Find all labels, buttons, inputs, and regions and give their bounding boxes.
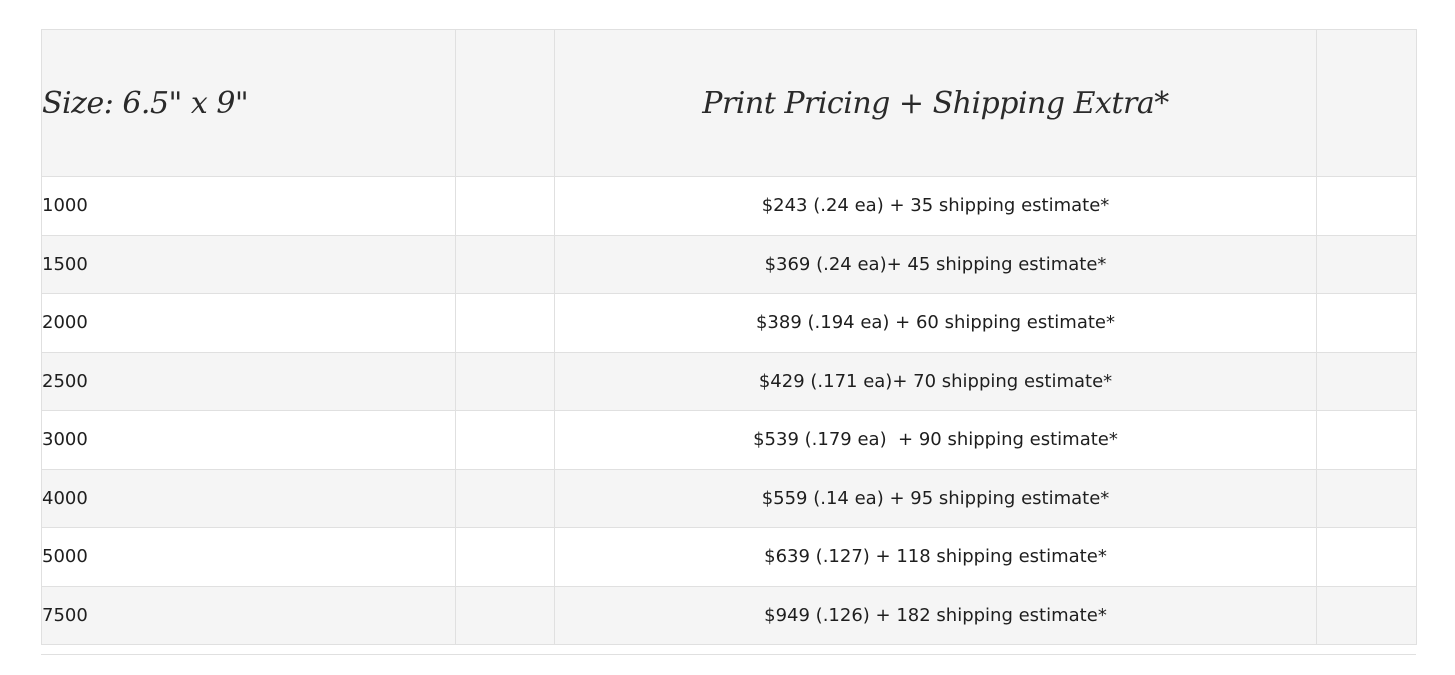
quantity-cell: 5000 [41,527,456,587]
table-row: 2500 $429 (.171 ea)+ 70 shipping estimat… [41,351,1417,411]
divider-line [41,654,1416,655]
table-row: 5000 $639 (.127) + 118 shipping estimate… [41,527,1417,587]
blank-cell [1316,585,1417,645]
blank-cell [455,585,555,645]
price-cell: $243 (.24 ea) + 35 shipping estimate* [554,176,1317,236]
blank-cell [455,468,555,528]
blank-cell [1316,293,1417,353]
pricing-header: Print Pricing + Shipping Extra* [554,29,1317,177]
price-cell: $949 (.126) + 182 shipping estimate* [554,585,1317,645]
quantity-cell: 2500 [41,351,456,411]
price-cell: $389 (.194 ea) + 60 shipping estimate* [554,293,1317,353]
blank-header-2 [1316,29,1417,177]
quantity-cell: 1000 [41,176,456,236]
blank-cell [455,234,555,294]
table-header-row: Size: 6.5" x 9" Print Pricing + Shipping… [41,29,1417,177]
blank-cell [455,410,555,470]
table-row: 1000 $243 (.24 ea) + 35 shipping estimat… [41,176,1417,236]
blank-cell [1316,410,1417,470]
table-row: 7500 $949 (.126) + 182 shipping estimate… [41,585,1417,645]
quantity-cell: 3000 [41,410,456,470]
price-cell: $369 (.24 ea)+ 45 shipping estimate* [554,234,1317,294]
blank-header-1 [455,29,555,177]
table-row: 2000 $389 (.194 ea) + 60 shipping estima… [41,293,1417,353]
table-row: 4000 $559 (.14 ea) + 95 shipping estimat… [41,468,1417,528]
pricing-table: Size: 6.5" x 9" Print Pricing + Shipping… [41,29,1417,645]
page: Size: 6.5" x 9" Print Pricing + Shipping… [0,0,1455,675]
quantity-cell: 4000 [41,468,456,528]
size-header: Size: 6.5" x 9" [41,29,456,177]
table-row: 3000 $539 (.179 ea) + 90 shipping estima… [41,410,1417,470]
blank-cell [455,293,555,353]
price-cell: $639 (.127) + 118 shipping estimate* [554,527,1317,587]
table-row: 1500 $369 (.24 ea)+ 45 shipping estimate… [41,234,1417,294]
blank-cell [1316,468,1417,528]
blank-cell [1316,234,1417,294]
blank-cell [455,527,555,587]
blank-cell [1316,351,1417,411]
quantity-cell: 2000 [41,293,456,353]
quantity-cell: 7500 [41,585,456,645]
blank-cell [455,176,555,236]
blank-cell [455,351,555,411]
clipped-text-above [40,0,640,4]
price-cell: $429 (.171 ea)+ 70 shipping estimate* [554,351,1317,411]
blank-cell [1316,176,1417,236]
quantity-cell: 1500 [41,234,456,294]
blank-cell [1316,527,1417,587]
price-cell: $539 (.179 ea) + 90 shipping estimate* [554,410,1317,470]
price-cell: $559 (.14 ea) + 95 shipping estimate* [554,468,1317,528]
